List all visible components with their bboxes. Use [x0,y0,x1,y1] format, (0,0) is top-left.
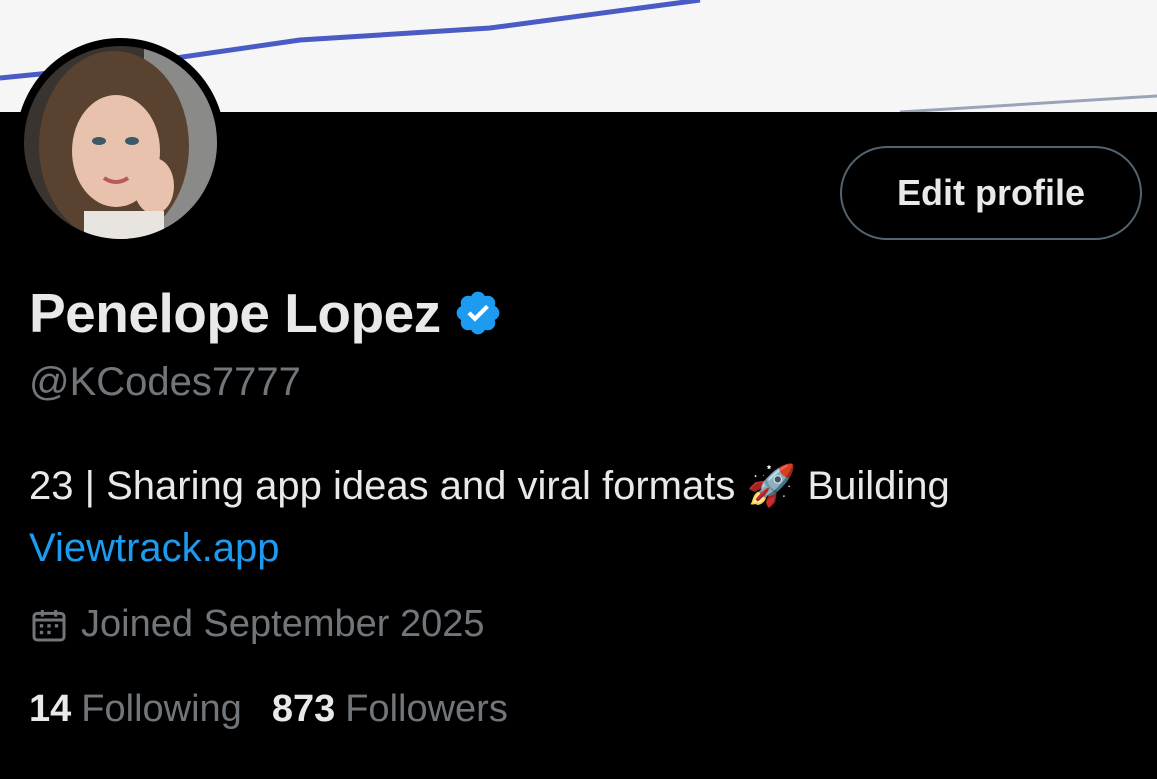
display-name: Penelope Lopez [29,282,441,344]
following-count: 14 [29,688,72,730]
bio: 23 | Sharing app ideas and viral formats… [29,455,1129,579]
joined-date: Joined September 2025 [81,603,485,645]
stats-row: 14 Following 873 Followers [29,688,508,731]
edit-profile-button[interactable]: Edit profile [840,146,1142,240]
avatar[interactable] [16,38,225,247]
avatar-photo [24,46,217,239]
following-link[interactable]: 14 Following [29,688,242,731]
user-handle: @KCodes7777 [29,360,301,404]
joined-row: Joined September 2025 [29,603,485,646]
bio-text-after: Building [796,464,950,508]
bio-link[interactable]: Viewtrack.app [29,526,280,570]
bio-text: 23 | Sharing app ideas and viral formats [29,464,747,508]
verified-badge-icon[interactable] [453,288,503,338]
followers-label: Followers [345,688,508,730]
name-row: Penelope Lopez [29,278,503,348]
rocket-emoji: 🚀 [746,463,797,509]
following-label: Following [81,688,242,730]
calendar-icon [29,605,69,645]
followers-link[interactable]: 873 Followers [272,688,508,731]
followers-count: 873 [271,688,336,730]
